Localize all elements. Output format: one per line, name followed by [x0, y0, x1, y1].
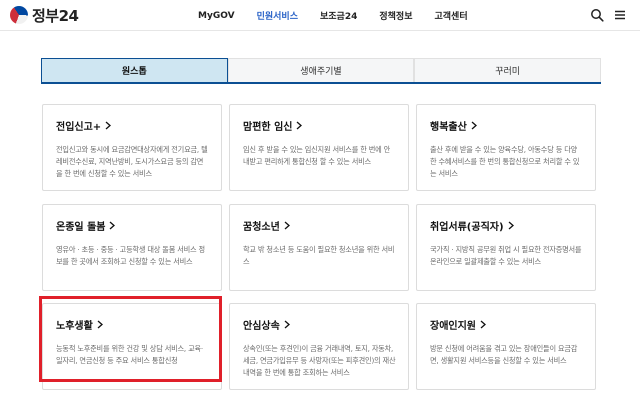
card-title: 장애인지원 — [430, 317, 583, 332]
card-description: 영유아 · 초등 · 중등 · 고등학생 대상 돌봄 서비스 정보를 한 곳에서… — [56, 245, 205, 266]
search-icon[interactable] — [590, 8, 604, 22]
card-pregnancy[interactable]: 맘편한 임신 임신 후 받을 수 있는 임신지원 서비스를 한 번에 안내받고 … — [229, 104, 409, 191]
card-youth[interactable]: 꿈청소년 학교 밖 청소년 등 도움이 필요한 청소년을 위한 서비스 — [229, 204, 409, 291]
card-disability-support[interactable]: 장애인지원 방문 신청에 어려움을 겪고 있는 장애인들이 요금감면, 생활지원… — [416, 303, 596, 390]
card-all-day-care[interactable]: 온종일 돌봄 영유아 · 초등 · 중등 · 고등학생 대상 돌봄 서비스 정보… — [42, 204, 222, 291]
tab-bundle[interactable]: 꾸러미 — [414, 58, 602, 82]
nav-policy-info[interactable]: 정책정보 — [379, 9, 412, 22]
card-description: 국가직 · 지방직 공무원 취업 시 필요한 전자증명서를 온라인으로 일괄제출… — [430, 245, 582, 266]
chevron-right-icon — [471, 121, 477, 130]
chevron-right-icon — [508, 221, 514, 230]
card-retirement-life[interactable]: 노후생활 능동적 노후준비를 위한 건강 및 상담 서비스, 교육·일자리, 연… — [42, 303, 222, 390]
card-description: 학교 밖 청소년 등 도움이 필요한 청소년을 위한 서비스 — [243, 245, 395, 266]
card-safe-inheritance[interactable]: 안심상속 상속인(또는 후견인)이 금융 거래내역, 토지, 자동차, 세금, … — [229, 303, 409, 390]
site-header: 정부24 MyGOV 민원서비스 보조금24 정책정보 고객센터 — [0, 0, 640, 31]
site-logo[interactable]: 정부24 — [10, 5, 79, 25]
card-title: 행복출산 — [430, 118, 583, 133]
chevron-right-icon — [480, 320, 486, 329]
chevron-right-icon — [97, 320, 103, 329]
gov-emblem-icon — [10, 6, 28, 24]
nav-customer-center[interactable]: 고객센터 — [435, 9, 468, 22]
logo-text: 정부24 — [32, 6, 79, 25]
card-title: 취업서류(공직자) — [430, 218, 583, 233]
service-tabs: 원스톱 생애주기별 꾸러미 — [41, 58, 602, 84]
card-title: 전입신고+ — [56, 118, 209, 133]
nav-subsidy24[interactable]: 보조금24 — [320, 9, 357, 22]
card-title: 노후생활 — [56, 317, 209, 332]
card-description: 출산 후에 받을 수 있는 양육수당, 아동수당 등 다양한 수혜서비스를 한 … — [430, 145, 580, 178]
card-description: 상속인(또는 후견인)이 금융 거래내역, 토지, 자동차, 세금, 연금가입유… — [243, 344, 396, 377]
card-description: 방문 신청에 어려움을 겪고 있는 장애인들이 요금감면, 생활지원 서비스등을… — [430, 344, 578, 365]
global-nav: MyGOV 민원서비스 보조금24 정책정보 고객센터 — [198, 0, 490, 31]
card-description: 전입신고와 동시에 요금감면대상자에게 전기요금, 텔레비전수신료, 지역난방비… — [56, 145, 208, 178]
card-title: 온종일 돌봄 — [56, 218, 209, 233]
nav-mygov[interactable]: MyGOV — [198, 11, 235, 21]
card-childbirth[interactable]: 행복출산 출산 후에 받을 수 있는 양육수당, 아동수당 등 다양한 수혜서비… — [416, 104, 596, 191]
card-title: 안심상속 — [243, 317, 396, 332]
card-description: 능동적 노후준비를 위한 건강 및 상담 서비스, 교육·일자리, 연금신청 등… — [56, 344, 204, 365]
chevron-right-icon — [284, 320, 290, 329]
chevron-right-icon — [297, 121, 303, 130]
nav-civil-service[interactable]: 민원서비스 — [257, 9, 298, 22]
menu-icon[interactable] — [613, 8, 627, 22]
tab-lifecycle[interactable]: 생애주기별 — [227, 58, 415, 82]
card-title: 꿈청소년 — [243, 218, 396, 233]
chevron-right-icon — [105, 121, 112, 130]
chevron-right-icon — [110, 221, 116, 230]
card-moving-report[interactable]: 전입신고+ 전입신고와 동시에 요금감면대상자에게 전기요금, 텔레비전수신료,… — [42, 104, 222, 191]
card-title: 맘편한 임신 — [243, 118, 396, 133]
card-employment-docs[interactable]: 취업서류(공직자) 국가직 · 지방직 공무원 취업 시 필요한 전자증명서를 … — [416, 204, 596, 291]
chevron-right-icon — [284, 221, 290, 230]
card-description: 임신 후 받을 수 있는 임신지원 서비스를 한 번에 안내받고 편리하게 통합… — [243, 145, 391, 166]
tab-onestop[interactable]: 원스톱 — [41, 58, 228, 82]
